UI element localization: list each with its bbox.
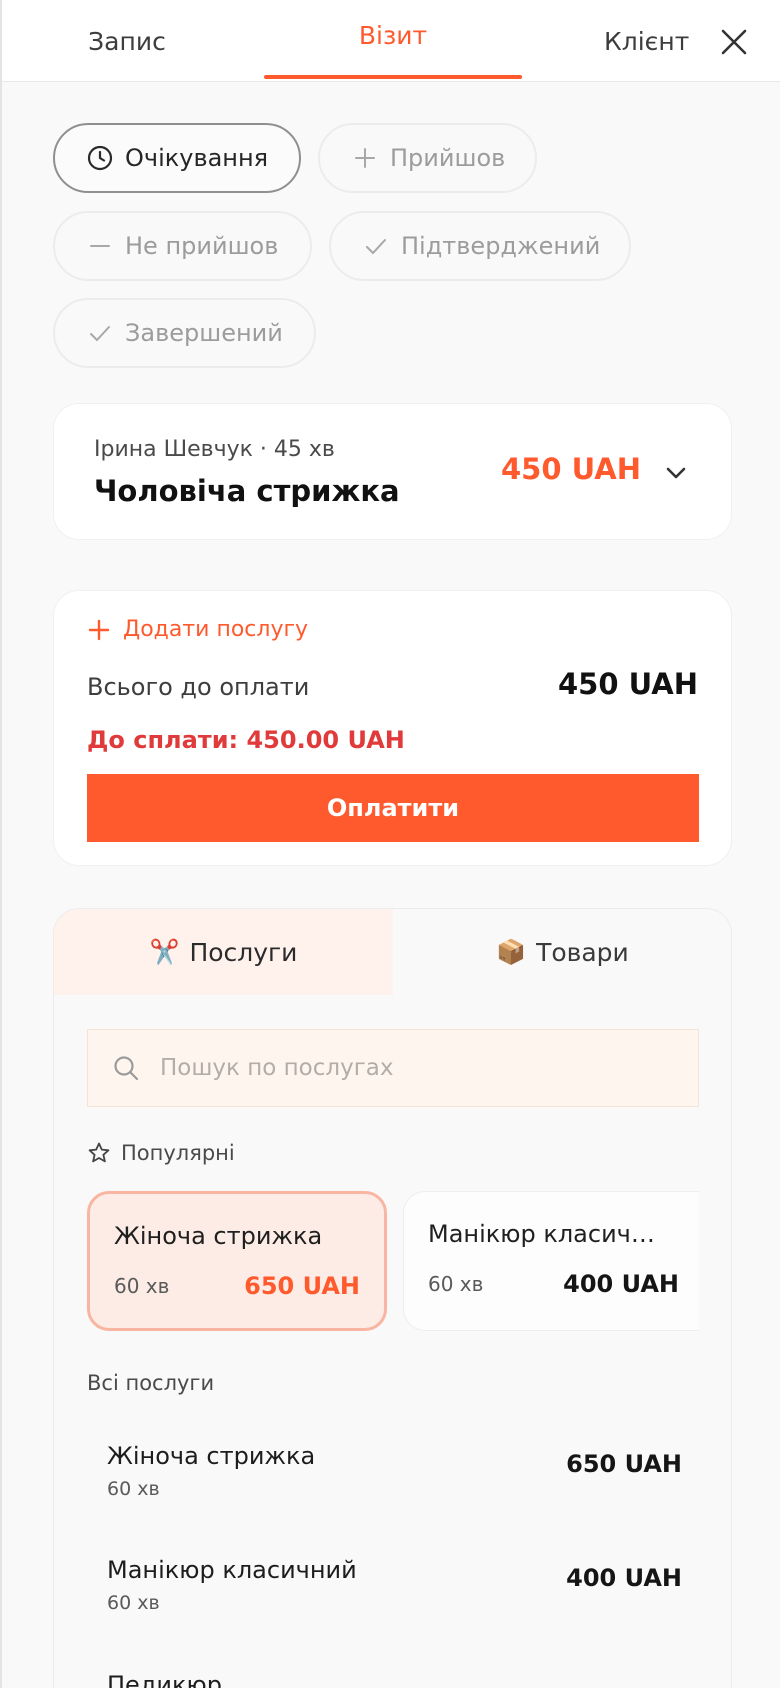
- popular-service-name: Жіноча стрижка: [114, 1222, 323, 1250]
- status-chip-arrived[interactable]: Прийшов: [318, 123, 537, 193]
- all-services-heading: Всі послуги: [87, 1371, 215, 1395]
- status-chip-no-show[interactable]: Не прийшов: [53, 211, 312, 281]
- search-icon: [112, 1054, 140, 1082]
- minus-icon: [87, 233, 113, 259]
- status-chip-label: Не прийшов: [125, 232, 279, 260]
- tab-services[interactable]: ✂️ Послуги: [54, 909, 393, 995]
- status-chip-confirmed[interactable]: Підтверджений: [329, 211, 631, 281]
- tab-products[interactable]: 📦 Товари: [393, 909, 731, 995]
- service-item-name: Педикюр: [107, 1671, 222, 1688]
- tab-services-label: Послуги: [189, 937, 298, 967]
- service-list-item[interactable]: Манікюр класичний 60 хв 400 UAH: [54, 1556, 731, 1656]
- popular-service-card[interactable]: Жіноча стрижка 60 хв 650 UAH: [87, 1191, 387, 1331]
- close-icon: [721, 29, 747, 55]
- visit-panel: Запис Візит Клієнт Очікування Прийшов Не…: [0, 0, 780, 1688]
- service-list-item[interactable]: Педикюр: [54, 1671, 731, 1688]
- package-icon: 📦: [496, 938, 527, 966]
- amount-due: До сплати: 450.00 UAH: [87, 726, 405, 754]
- check-icon: [363, 233, 389, 259]
- service-item-name: Манікюр класичний: [107, 1556, 357, 1584]
- plus-icon: [87, 618, 111, 642]
- status-chip-completed[interactable]: Завершений: [53, 298, 316, 368]
- service-item-name: Жіноча стрижка: [107, 1442, 316, 1470]
- service-list-item[interactable]: Жіноча стрижка 60 хв 650 UAH: [54, 1442, 731, 1542]
- tab-visit-label: Візит: [358, 20, 428, 50]
- tab-client-label: Клієнт: [604, 26, 690, 56]
- service-item-price: 400 UAH: [566, 1564, 682, 1592]
- tab-record-label: Запис: [88, 26, 166, 56]
- popular-service-duration: 60 хв: [428, 1272, 484, 1296]
- payment-card: Додати послугу Всього до оплати 450 UAH …: [53, 590, 732, 866]
- status-chip-label: Завершений: [125, 319, 283, 347]
- tab-record[interactable]: Запис: [2, 0, 252, 82]
- check-icon: [87, 320, 113, 346]
- service-item-price: 650 UAH: [566, 1450, 682, 1478]
- add-service-button[interactable]: Додати послугу: [87, 617, 308, 642]
- status-chip-label: Підтверджений: [401, 232, 601, 260]
- plus-icon: [352, 145, 378, 171]
- total-label: Всього до оплати: [87, 673, 310, 701]
- service-search: [87, 1029, 699, 1107]
- popular-label: Популярні: [121, 1141, 235, 1165]
- service-name: Чоловіча стрижка: [94, 474, 400, 508]
- popular-service-price: 650 UAH: [244, 1272, 360, 1300]
- status-chip-label: Очікування: [125, 144, 269, 172]
- popular-service-name: Манікюр класичний: [428, 1220, 668, 1248]
- top-tab-bar: Запис Візит Клієнт: [2, 0, 780, 82]
- service-item-duration: 60 хв: [107, 1478, 160, 1500]
- service-item-duration: 60 хв: [107, 1592, 160, 1614]
- status-chip-waiting[interactable]: Очікування: [53, 123, 301, 193]
- tab-products-label: Товари: [536, 937, 629, 967]
- add-service-label: Додати послугу: [123, 617, 309, 642]
- popular-heading: Популярні: [87, 1141, 235, 1165]
- chevron-down-icon: [666, 467, 686, 479]
- popular-service-card[interactable]: Манікюр класичний 60 хв 400 UAH: [403, 1191, 699, 1331]
- selected-service-card[interactable]: Ірина Шевчук · 45 хв Чоловіча стрижка 45…: [53, 403, 732, 540]
- star-icon: [87, 1141, 111, 1165]
- close-button[interactable]: [714, 22, 754, 62]
- service-meta: Ірина Шевчук · 45 хв: [94, 437, 335, 462]
- search-input[interactable]: [160, 1055, 680, 1081]
- tab-visit[interactable]: Візит: [264, 0, 522, 82]
- catalog-tabs: ✂️ Послуги 📦 Товари: [54, 909, 731, 995]
- status-chip-label: Прийшов: [390, 144, 506, 172]
- expand-service-button[interactable]: [663, 460, 689, 486]
- popular-service-duration: 60 хв: [114, 1274, 170, 1298]
- scissors-icon: ✂️: [149, 938, 180, 966]
- catalog-panel: ✂️ Послуги 📦 Товари Популярні Жіноча стр…: [53, 908, 732, 1688]
- service-price: 450 UAH: [500, 452, 641, 486]
- clock-icon: [87, 145, 113, 171]
- popular-service-price: 400 UAH: [563, 1270, 679, 1298]
- total-value: 450 UAH: [557, 667, 698, 701]
- pay-button[interactable]: Оплатити: [87, 774, 699, 842]
